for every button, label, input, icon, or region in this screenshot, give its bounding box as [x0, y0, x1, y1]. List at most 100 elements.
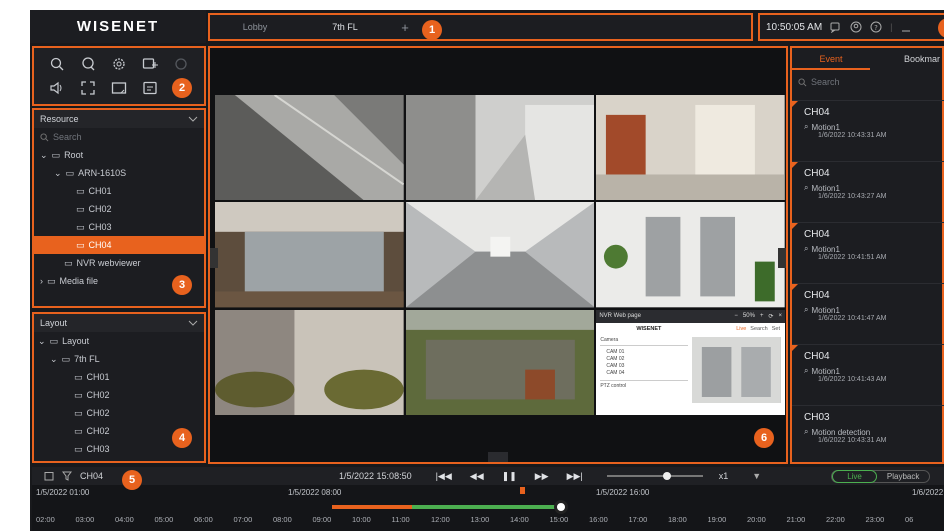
layout-icon: ▭	[49, 335, 59, 346]
fullscreen-icon[interactable]	[80, 80, 96, 96]
settings-gear-icon[interactable]	[111, 56, 127, 72]
tree-channel[interactable]: ▭ CH03	[34, 218, 204, 236]
add-device-icon[interactable]	[142, 56, 158, 72]
event-item[interactable]: CH04 ⌕ Motion1 1/6/2022 10:41:43 AM	[792, 344, 944, 402]
expand-down-icon[interactable]	[488, 452, 508, 462]
camera-tile-6[interactable]	[596, 202, 785, 308]
live-mode-button[interactable]: Live	[832, 469, 877, 483]
playback-datetime: 1/5/2022 15:08:50	[339, 471, 412, 481]
webpage-cam-item[interactable]: CAM 04	[606, 370, 688, 377]
webpage-cam-item[interactable]: CAM 01	[606, 349, 688, 356]
skip-back-icon[interactable]: |◀◀	[436, 471, 452, 482]
close-icon[interactable]: ×	[778, 313, 782, 320]
prev-page-arrow[interactable]	[210, 248, 218, 268]
webpage-cam-item[interactable]: CAM 03	[606, 363, 688, 370]
webpage-setup-tab[interactable]: Set	[772, 326, 780, 332]
event-item[interactable]: CH04 ⌕ Motion1 1/6/2022 10:43:27 AM	[792, 161, 944, 219]
refresh-icon[interactable]: ⟳	[768, 313, 773, 320]
tab-event[interactable]: Event	[792, 48, 870, 70]
expand-chevron-icon: ⌄	[54, 167, 62, 178]
tab-7th-fl[interactable]: 7th FL	[300, 22, 390, 32]
camera-tile-1[interactable]	[215, 95, 404, 201]
event-type-label: Motion1	[811, 122, 840, 132]
filter-icon[interactable]	[62, 471, 72, 481]
camera-icon: ▭	[76, 221, 85, 232]
tree-channel[interactable]: ▭ CH01	[34, 182, 204, 200]
playhead[interactable]	[554, 500, 568, 514]
speed-value[interactable]: x1	[719, 471, 729, 481]
tree-root[interactable]: ⌄ ▭ Root	[34, 146, 204, 164]
timeline-hour-label: 10:00	[352, 515, 371, 524]
skip-forward-icon[interactable]: ▶▶|	[567, 471, 583, 482]
live-playback-toggle: Live Playback	[831, 469, 931, 483]
timeline-hour-label: 07:00	[233, 515, 253, 524]
tree-channel-selected[interactable]: ▭ CH04	[34, 236, 204, 254]
resource-search[interactable]: Search	[34, 128, 204, 146]
camera-tile-4[interactable]	[215, 202, 404, 308]
event-search[interactable]: Search	[792, 70, 942, 94]
tree-channel[interactable]: ▭ CH02	[34, 200, 204, 218]
fast-forward-icon[interactable]: ▶▶	[535, 471, 549, 482]
calendar-icon[interactable]	[44, 471, 54, 481]
tab-lobby[interactable]: Lobby	[210, 22, 300, 32]
motion-icon: ⌕	[804, 183, 809, 192]
chevron-down-icon[interactable]	[188, 115, 198, 123]
timeline-date-label: 1/5/2022 08:00	[288, 488, 342, 497]
next-page-arrow[interactable]	[778, 248, 786, 268]
speed-dropdown-icon[interactable]: ▼	[752, 471, 761, 481]
camera-tile-8[interactable]	[405, 309, 595, 415]
webpage-cam-item[interactable]: CAM 02	[606, 356, 688, 363]
event-item[interactable]: CH04 ⌕ Motion1 1/6/2022 10:41:51 AM	[792, 222, 944, 280]
tree-device[interactable]: ⌄ ▭ ARN-1610S	[34, 164, 204, 182]
layout-header[interactable]: Layout	[34, 314, 204, 332]
nvr-webpage-tile[interactable]: NVR Web page − 50% + ⟳ × WISENET Live Se…	[596, 309, 785, 415]
expand-chevron-icon: ⌄	[50, 353, 58, 364]
tab-bookmark[interactable]: Bookmar	[870, 54, 942, 64]
tree-floor[interactable]: ⌄ ▭ 7th FL	[34, 350, 204, 368]
webpage-live-tab[interactable]: Live	[736, 326, 746, 332]
speed-slider[interactable]	[606, 472, 703, 480]
timeline[interactable]: 1/5/2022 01:00 1/5/2022 08:00 1/5/2022 16:…	[32, 485, 944, 531]
playback-mode-button[interactable]: Playback	[877, 472, 929, 481]
chevron-down-icon[interactable]	[188, 319, 198, 327]
webpage-titlebar: NVR Web page − 50% + ⟳ ×	[596, 309, 785, 323]
camera-tile-3[interactable]	[596, 95, 785, 201]
add-tab-button[interactable]: +	[390, 20, 420, 35]
audio-icon[interactable]	[49, 80, 65, 96]
tree-layout-channel[interactable]: ▭ CH02	[34, 404, 204, 422]
motion-icon: ⌕	[804, 366, 809, 375]
help-icon[interactable]: ?	[870, 21, 882, 33]
layout-select-icon[interactable]	[111, 80, 127, 96]
tree-layout-channel[interactable]: ▭ CH01	[34, 368, 204, 386]
zoom-out-icon[interactable]: −	[734, 313, 738, 320]
bookmark-marker[interactable]	[520, 487, 525, 494]
tree-webviewer[interactable]: ▭ NVR webviewer	[34, 254, 204, 272]
rewind-icon[interactable]: ◀◀	[470, 471, 484, 482]
camera-tile-2[interactable]	[405, 95, 595, 201]
smart-search-icon[interactable]	[80, 56, 96, 72]
tree-layout-root[interactable]: ⌄ ▭ Layout	[34, 332, 204, 350]
webpage-search-tab[interactable]: Search	[750, 326, 767, 332]
user-icon[interactable]	[850, 21, 862, 33]
webpage-logo: WISENET	[636, 325, 662, 332]
event-item[interactable]: CH04 ⌕ Motion1 1/6/2022 10:43:31 AM	[792, 100, 944, 158]
camera-icon: ▭	[74, 407, 83, 418]
speed-slider-handle[interactable]	[662, 472, 671, 480]
osd-icon[interactable]	[142, 80, 158, 96]
camera-tile-7[interactable]	[215, 309, 404, 415]
event-channel: CH04	[804, 290, 830, 301]
event-datetime: 1/6/2022 10:43:31 AM	[818, 437, 887, 444]
event-item[interactable]: CH04 ⌕ Motion1 1/6/2022 10:41:47 AM	[792, 283, 944, 341]
layout-icon: ▭	[61, 353, 71, 364]
event-item[interactable]: CH03 ⌕ Motion detection 1/6/2022 10:43:31 A…	[792, 405, 944, 463]
camera-tile-5[interactable]	[405, 202, 595, 308]
minimize-icon[interactable]	[901, 21, 911, 33]
pause-icon[interactable]: ❚❚	[502, 471, 517, 482]
tree-layout-channel[interactable]: ▭ CH02	[34, 386, 204, 404]
search-camera-icon[interactable]	[49, 56, 65, 72]
zoom-in-icon[interactable]: +	[760, 313, 764, 320]
timeline-hour-label: 22:00	[826, 515, 845, 524]
resource-header[interactable]: Resource	[34, 110, 204, 128]
event-type: ⌕ Motion1	[804, 122, 934, 132]
notification-icon[interactable]	[830, 21, 842, 33]
